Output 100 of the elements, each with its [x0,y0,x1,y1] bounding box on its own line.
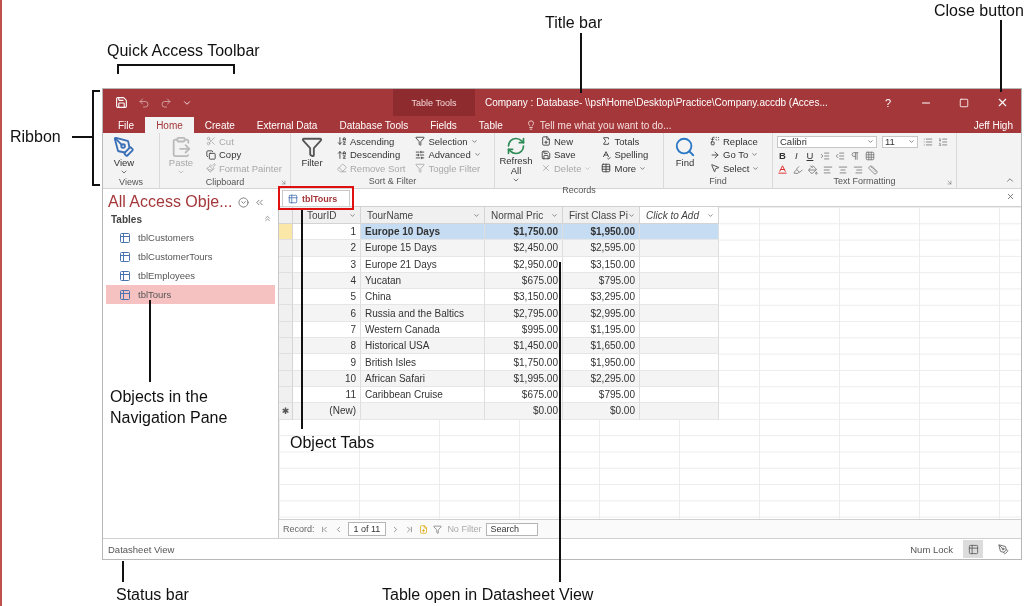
close-icon [541,163,551,174]
table-cell: $3,295.00 [563,289,640,306]
ribbon-button[interactable]: Select [708,162,762,175]
datasheet-view-button[interactable] [963,540,983,558]
group-label: Views [119,177,143,188]
row-selector[interactable] [279,354,293,371]
ribbon-tab[interactable]: Fields [419,117,468,133]
ribbon-button[interactable]: Spelling [599,148,651,161]
sliders-icon [415,149,426,160]
paint-bucket-icon [808,164,818,175]
save-icon[interactable] [115,96,128,109]
indent-increase-icon [820,150,831,161]
font-name-field[interactable]: Calibri [777,135,877,148]
table-cell: $1,450.00 [485,338,563,355]
ribbon-tab[interactable]: Table [467,117,514,133]
leader-line [72,136,94,138]
ribbon-button[interactable]: Ascending [335,135,408,148]
search-field[interactable]: Search [486,522,539,536]
launcher-icon[interactable] [280,179,287,186]
table-cell: 8 [293,338,361,355]
leader-line [1000,20,1002,92]
row-selector[interactable] [279,305,293,322]
ribbon-tab[interactable]: Create [193,117,246,133]
help-button[interactable]: ? [869,89,907,116]
font-size-field[interactable]: 11 [882,135,918,148]
table-cell: 6 [293,305,361,322]
nav-item[interactable]: tblTours [106,285,275,304]
ribbon-button[interactable]: Save [539,148,594,161]
format-button[interactable]: B [777,150,788,161]
launcher-icon[interactable] [946,179,953,186]
table-icon [288,193,298,204]
ribbon-tab[interactable]: Database Tools [328,117,420,133]
table-icon [119,288,131,301]
table-cell: China [361,289,485,306]
grid-icon [865,150,876,161]
caret-icon [707,211,714,219]
undo-icon[interactable] [138,96,150,109]
nav-item-label: tblTours [138,289,172,300]
ribbon-tab[interactable]: Home [145,117,194,133]
ribbon-large-button[interactable]: View [107,135,141,177]
table-icon [601,163,612,174]
ribbon-tab[interactable]: External Data [245,117,329,133]
nav-pane-title[interactable]: All Access Obje... [108,193,233,211]
group-label: Find [709,176,727,188]
pen-ruler-icon [113,136,135,158]
nav-item[interactable]: tblEmployees [106,266,275,285]
align-left-icon [823,164,833,175]
ribbon-button[interactable]: Replace [708,135,762,148]
save-icon [541,149,551,160]
format-button[interactable]: I [792,150,800,161]
dropdown-circle-icon [237,196,249,208]
sort-descending-icon [337,149,347,160]
row-selector[interactable] [279,289,293,306]
caret-icon [551,211,558,219]
nav-item-label: tblEmployees [138,270,196,281]
align-center-icon [838,164,848,175]
table-cell: $2,995.00 [563,305,640,322]
nav-item[interactable]: tblCustomerTours [106,247,275,266]
ribbon-button[interactable]: Totals [599,135,651,148]
pointer-icon [710,163,720,174]
ribbon-button[interactable]: Copy [204,148,284,161]
tell-me-field[interactable]: Tell me what you want to do... [525,117,672,133]
bullet-list-icon [923,136,933,147]
ruler-icon [868,164,878,175]
contextual-tab-label: Table Tools [393,89,475,116]
spellcheck-icon [601,149,612,160]
ribbon-large-button[interactable]: Find [668,135,702,176]
new-row-selector[interactable]: ✱ [279,403,293,420]
numbered-list-icon [938,136,948,147]
ribbon-button[interactable]: More [599,162,651,175]
leader-line [122,561,124,582]
nav-item[interactable]: tblCustomers [106,228,275,247]
callout-label: Object Tabs [290,433,375,453]
ribbon-large-button[interactable]: Filter [295,135,329,176]
redo-icon[interactable] [160,96,172,109]
ribbon-button[interactable]: Go To [708,148,762,161]
column-header[interactable]: Normal Pric [485,207,563,224]
ribbon-button[interactable]: Selection [413,135,483,148]
ribbon-button[interactable]: Advanced [413,148,483,161]
table-icon [119,231,131,244]
ribbon-button[interactable]: Descending [335,148,408,161]
column-header[interactable]: TourName [361,207,485,224]
caret-icon [867,138,874,145]
caret-icon [584,164,592,172]
caret-icon [908,138,915,145]
record-position-field[interactable]: 1 of 11 [347,522,387,536]
row-selector[interactable] [279,240,293,257]
format-button[interactable]: U [804,150,816,161]
refresh-icon [506,136,526,156]
row-selector[interactable] [279,338,293,355]
ribbon-tab[interactable]: File [107,117,146,133]
user-name[interactable]: Jeff High [973,117,1013,133]
section-header[interactable]: Tables [111,214,142,225]
column-header[interactable]: Click to Add [640,207,719,224]
ribbon-button[interactable]: New [539,135,594,148]
table-cell: Historical USA [361,338,485,355]
ribbon-large-button[interactable]: Refresh All [499,135,533,185]
lightbulb-icon [525,120,536,130]
column-header[interactable]: First Class Pi [563,207,640,224]
close-icon[interactable] [1006,192,1015,201]
